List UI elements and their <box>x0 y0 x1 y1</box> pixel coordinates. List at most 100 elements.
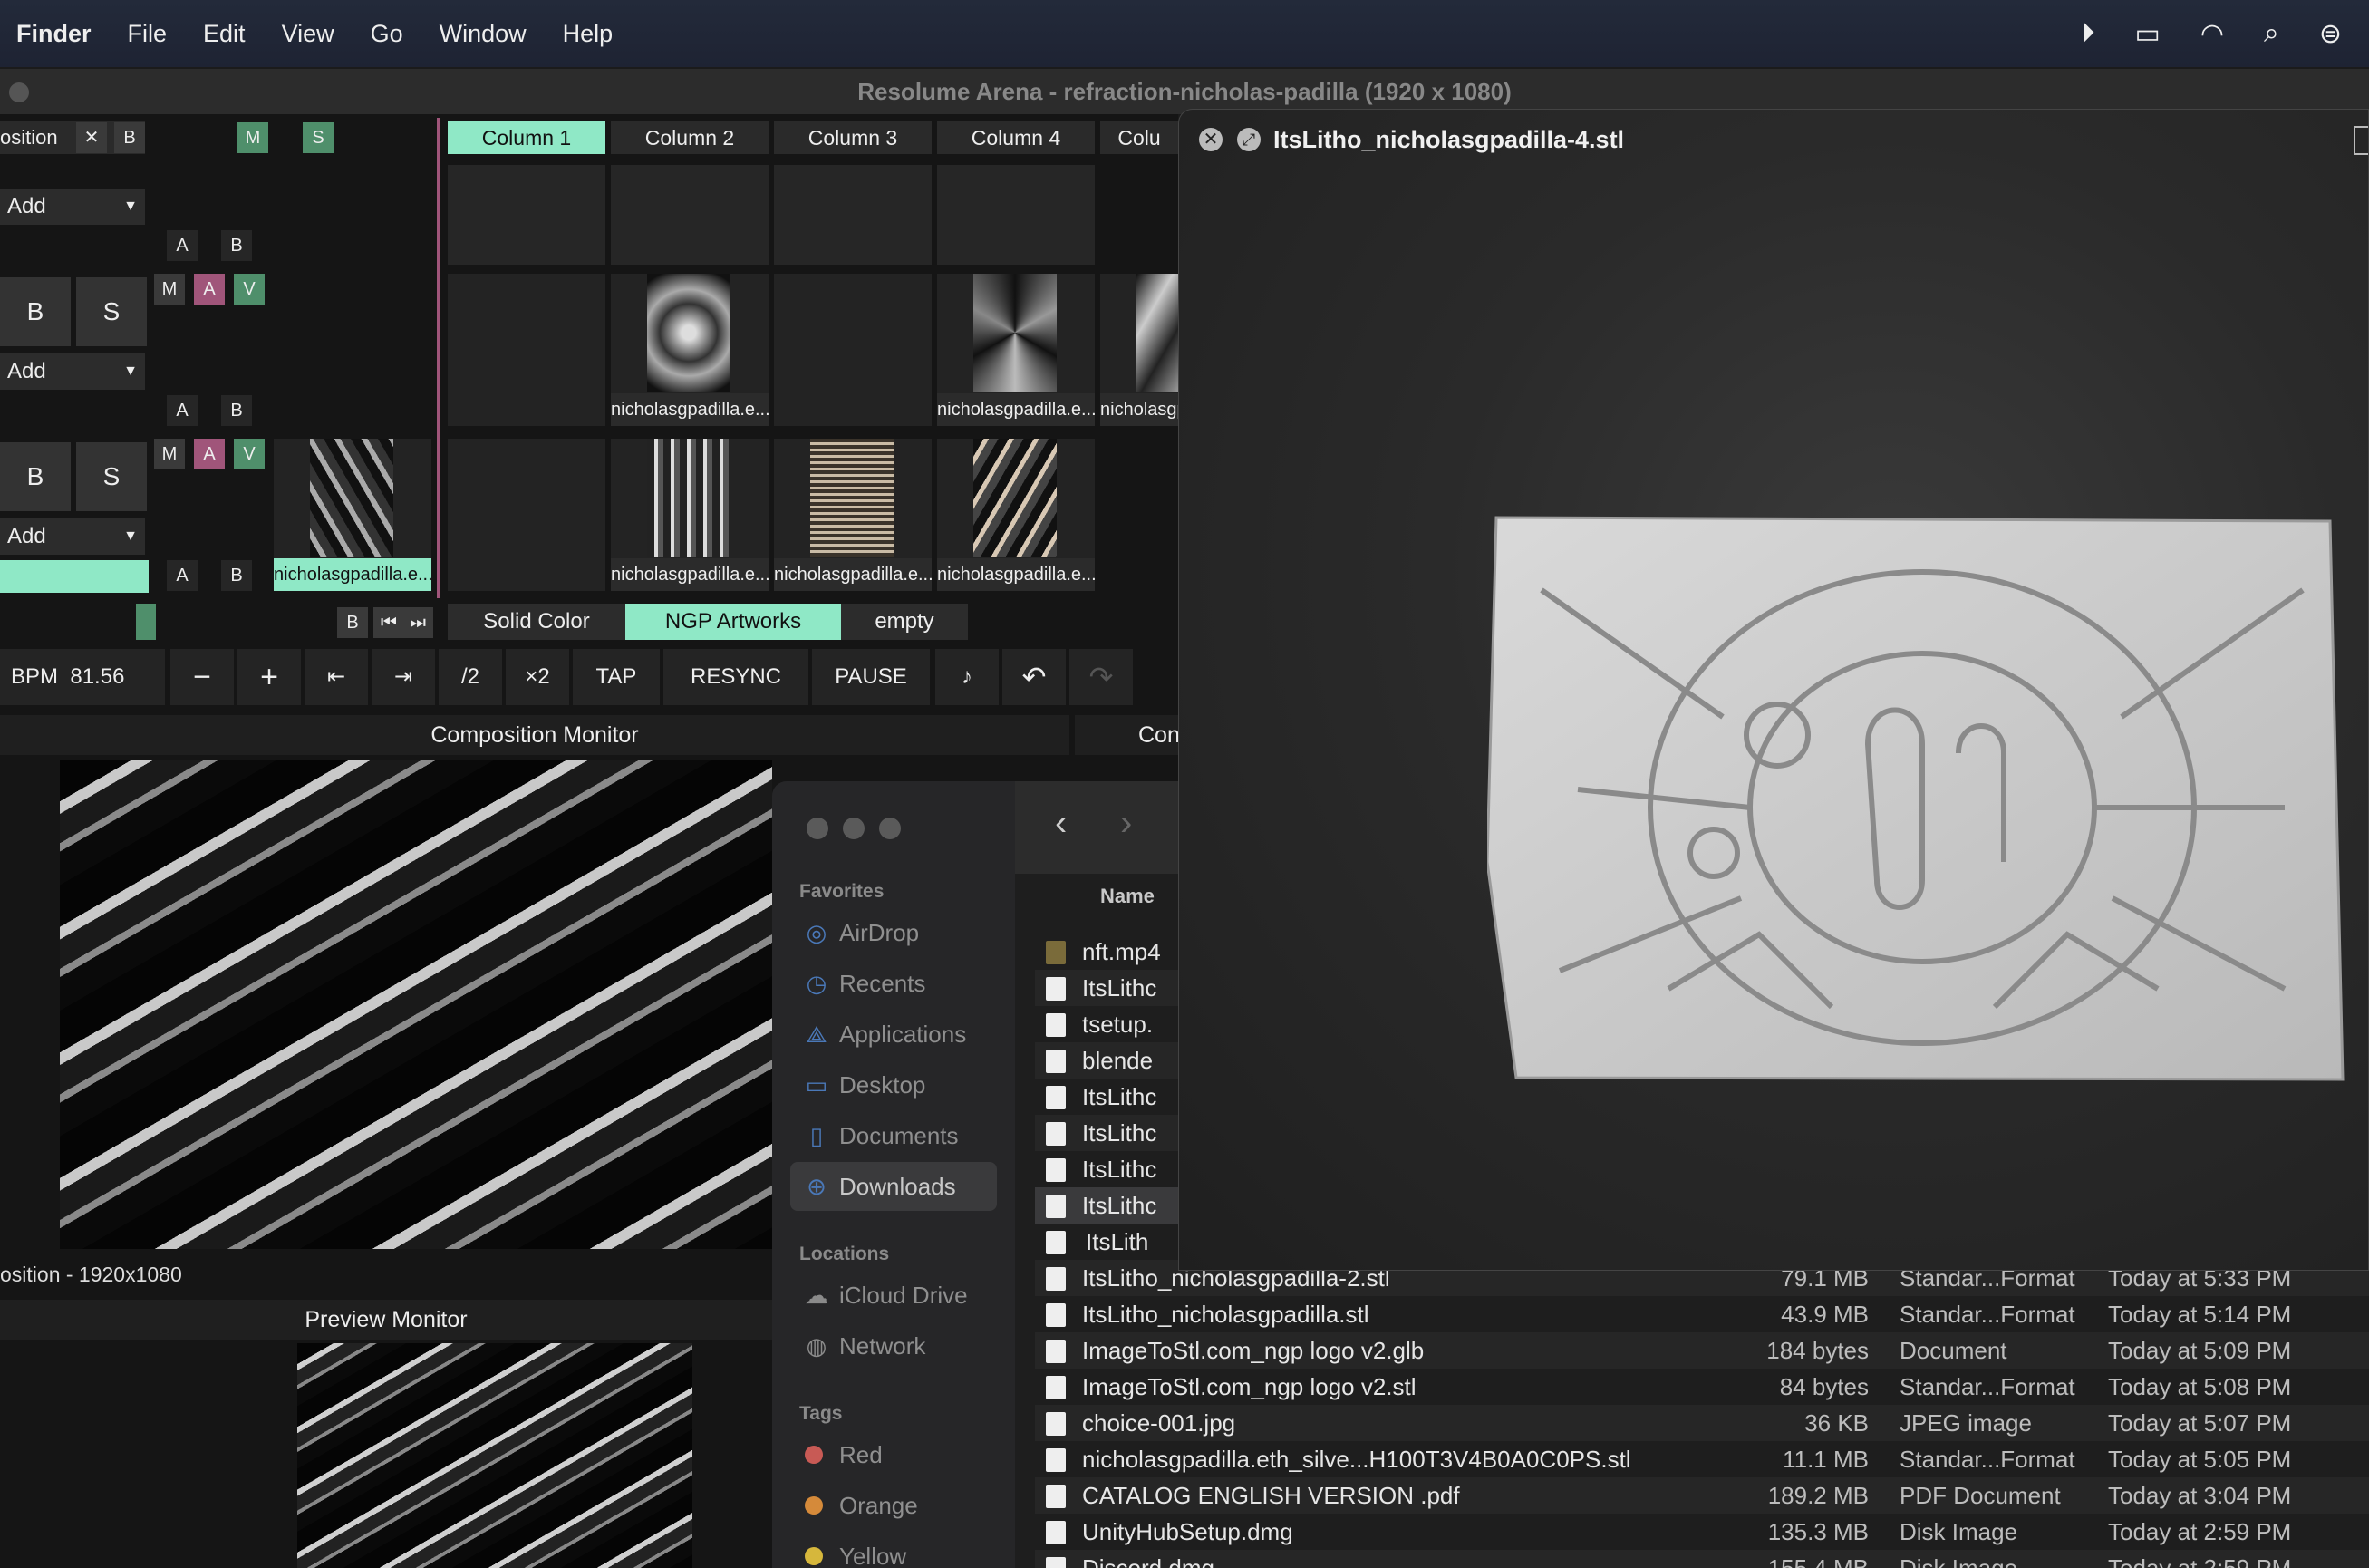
solo-s-button[interactable]: S <box>303 122 334 153</box>
a-button[interactable]: A <box>167 395 198 426</box>
clip-thumbnail[interactable]: nicholasgpadilla.e... <box>274 439 431 591</box>
clip-thumbnail[interactable]: nicholasgpadilla.e... <box>774 439 932 591</box>
clip-slot[interactable] <box>448 165 605 265</box>
clip-slot[interactable] <box>774 165 932 265</box>
add-select[interactable]: Add ▼ <box>0 518 145 555</box>
menu-file[interactable]: File <box>128 20 168 48</box>
a-toggle[interactable]: A <box>194 274 225 305</box>
b-button[interactable]: B <box>221 560 252 591</box>
pause-button[interactable]: PAUSE <box>812 649 930 705</box>
sidebar-item-desktop[interactable]: ▭ Desktop <box>790 1060 997 1109</box>
resync-button[interactable]: RESYNC <box>663 649 808 705</box>
bpm-plus-button[interactable]: + <box>237 649 301 705</box>
deck-tab-solid-color[interactable]: Solid Color <box>448 604 625 640</box>
share-icon[interactable] <box>2354 126 2368 155</box>
deck-b-button[interactable]: B <box>337 607 368 638</box>
clip-thumbnail[interactable]: nicholasgpadilla.e... <box>611 439 769 591</box>
tap-button[interactable]: TAP <box>573 649 660 705</box>
column-5-header[interactable]: Colu <box>1100 121 1178 154</box>
layer-bypass-button[interactable]: B <box>0 277 71 346</box>
bpm-double-button[interactable]: ×2 <box>506 649 569 705</box>
clip-slot[interactable] <box>937 165 1095 265</box>
b-button[interactable]: B <box>221 230 252 261</box>
file-row[interactable]: ItsLitho_nicholasgpadilla.stl 43.9 MB Stan… <box>1035 1296 2369 1332</box>
v-toggle[interactable]: V <box>234 439 265 469</box>
a-button[interactable]: A <box>167 230 198 261</box>
clip-thumbnail[interactable]: nicholasgpadilla.e... <box>937 439 1095 591</box>
layer-bypass-button[interactable]: B <box>0 442 71 511</box>
forward-chevron-icon[interactable]: › <box>1120 803 1132 844</box>
clip-slot[interactable] <box>448 274 605 426</box>
fullscreen-icon[interactable]: ⤢ <box>1237 128 1261 151</box>
file-row[interactable]: ImageToStl.com_ngp logo v2.glb 184 bytes D… <box>1035 1332 2369 1369</box>
sidebar-tag-yellow[interactable]: Yellow <box>790 1532 997 1568</box>
redo-icon[interactable]: ↷ <box>1069 649 1133 705</box>
column-4-header[interactable]: Column 4 <box>937 121 1095 154</box>
deck-tab-ngp-artworks[interactable]: NGP Artworks <box>625 604 841 640</box>
menu-help[interactable]: Help <box>563 20 614 48</box>
sidebar-tag-orange[interactable]: Orange <box>790 1481 997 1530</box>
play-icon[interactable]: ⏵ <box>2082 18 2095 49</box>
layer-active-bar[interactable] <box>0 560 149 593</box>
add-select[interactable]: Add ▼ <box>0 189 145 225</box>
control-center-icon[interactable]: ⊜ <box>2319 18 2342 50</box>
file-row[interactable]: UnityHubSetup.dmg 135.3 MB Disk Image Today… <box>1035 1514 2369 1550</box>
wifi-icon[interactable]: ◠ <box>2200 18 2224 50</box>
sidebar-item-downloads[interactable]: ⊕ Downloads <box>790 1162 997 1211</box>
menu-edit[interactable]: Edit <box>203 20 246 48</box>
m-button[interactable]: M <box>154 274 185 305</box>
file-row[interactable]: ImageToStl.com_ngp logo v2.stl 84 bytes St… <box>1035 1369 2369 1405</box>
close-window-icon[interactable] <box>807 818 828 839</box>
deck-prev-icon[interactable]: ⏮ <box>373 607 404 638</box>
undo-icon[interactable]: ↶ <box>1002 649 1066 705</box>
column-1-header[interactable]: Column 1 <box>448 121 605 154</box>
file-row[interactable]: Discord.dmg 155.4 MB Disk Image Today at 2:… <box>1035 1550 2369 1568</box>
clip-thumbnail[interactable]: nicholasgpadilla.e... <box>611 274 769 426</box>
back-chevron-icon[interactable]: ‹ <box>1055 803 1067 844</box>
add-select[interactable]: Add ▼ <box>0 353 145 390</box>
minimize-window-icon[interactable] <box>843 818 865 839</box>
clip-slot[interactable] <box>448 439 605 591</box>
battery-icon[interactable]: ▭ <box>2135 18 2161 50</box>
bpm-half-button[interactable]: /2 <box>439 649 502 705</box>
clip-slot[interactable] <box>611 165 769 265</box>
sidebar-item-applications[interactable]: ⟁ Applications <box>790 1010 997 1059</box>
sidebar-item-documents[interactable]: ▯ Documents <box>790 1111 997 1160</box>
master-m-button[interactable]: M <box>237 122 268 153</box>
column-2-header[interactable]: Column 2 <box>611 121 769 154</box>
nudge-forward-icon[interactable]: ⇥ <box>372 649 435 705</box>
file-row[interactable]: nicholasgpadilla.eth_silve...H100T3V4B0A… <box>1035 1441 2369 1477</box>
bpm-display[interactable]: BPM 81.56 <box>0 649 165 705</box>
column-3-header[interactable]: Column 3 <box>774 121 932 154</box>
close-icon[interactable]: ✕ <box>1199 128 1223 151</box>
bypass-button[interactable]: B <box>114 122 145 153</box>
menu-finder[interactable]: Finder <box>16 20 92 48</box>
menu-window[interactable]: Window <box>440 20 527 48</box>
zoom-window-icon[interactable] <box>879 818 901 839</box>
clip-thumbnail[interactable]: nicholasgp <box>1100 274 1178 426</box>
menu-go[interactable]: Go <box>371 20 403 48</box>
v-toggle[interactable]: V <box>234 274 265 305</box>
a-toggle[interactable]: A <box>194 439 225 469</box>
menu-view[interactable]: View <box>282 20 334 48</box>
clip-slot[interactable] <box>774 274 932 426</box>
a-button[interactable]: A <box>167 560 198 591</box>
bpm-minus-button[interactable]: − <box>170 649 234 705</box>
column-header-name[interactable]: Name <box>1100 885 1155 908</box>
file-row[interactable]: choice-001.jpg 36 KB JPEG image Today at 5:… <box>1035 1405 2369 1441</box>
file-row[interactable]: CATALOG ENGLISH VERSION .pdf 189.2 MB PDF … <box>1035 1477 2369 1514</box>
b-button[interactable]: B <box>221 395 252 426</box>
sidebar-item-network[interactable]: ◍ Network <box>790 1321 997 1370</box>
clear-button[interactable]: ✕ <box>76 122 107 153</box>
sidebar-item-recents[interactable]: ◷ Recents <box>790 959 997 1008</box>
clip-thumbnail[interactable]: nicholasgpadilla.e... <box>937 274 1095 426</box>
metronome-icon[interactable]: ♪ <box>935 649 999 705</box>
nudge-back-icon[interactable]: ⇤ <box>305 649 368 705</box>
deck-next-icon[interactable]: ⏭ <box>402 607 433 638</box>
window-close-icon[interactable] <box>9 82 29 102</box>
deck-tab-empty[interactable]: empty <box>841 604 968 640</box>
search-icon[interactable]: ⌕ <box>2264 18 2279 49</box>
m-button[interactable]: M <box>154 439 185 469</box>
sidebar-item-icloud-drive[interactable]: ☁ iCloud Drive <box>790 1271 997 1320</box>
sidebar-item-airdrop[interactable]: ◎ AirDrop <box>790 908 997 957</box>
